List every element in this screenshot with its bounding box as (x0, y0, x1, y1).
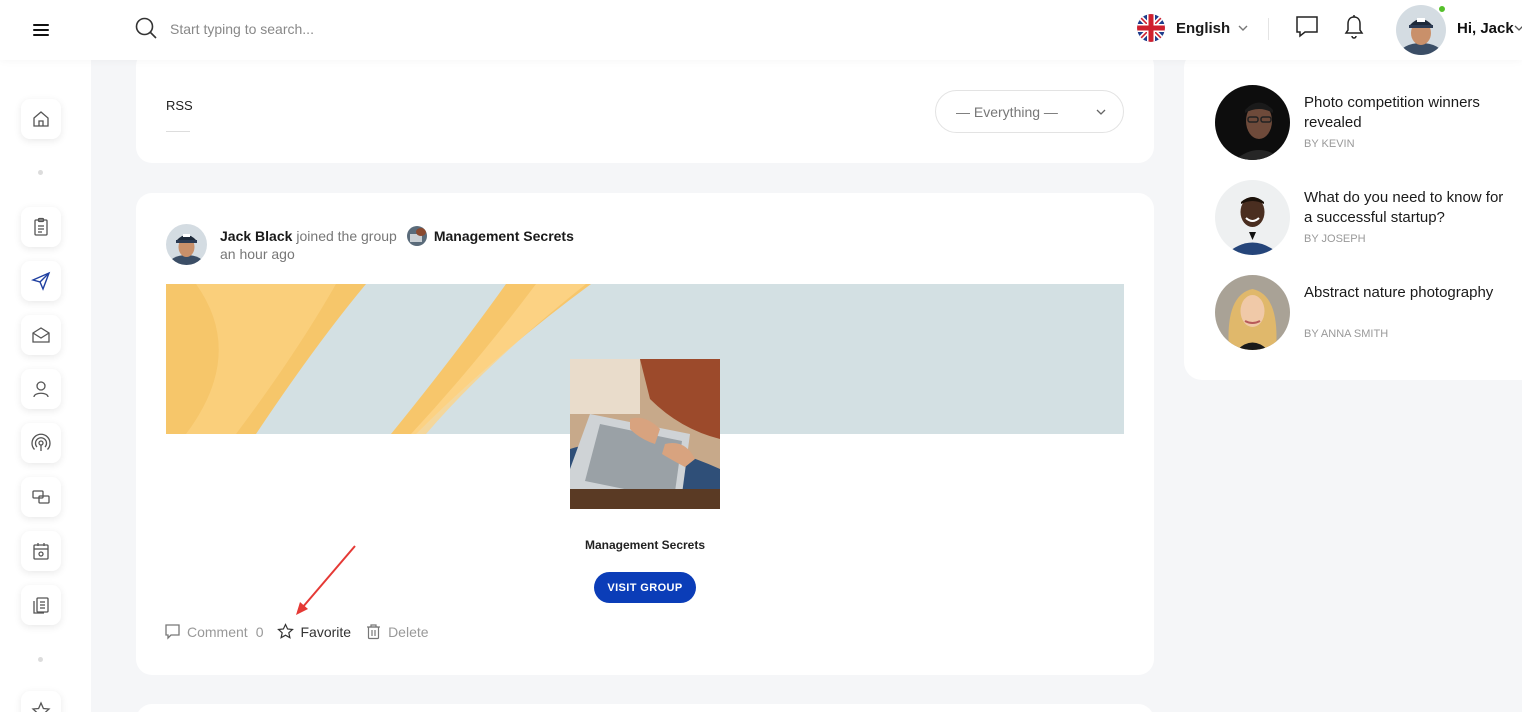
latest-posts-widget: Photo competition winners revealed BY KE… (1184, 50, 1522, 380)
sidebar-item-events[interactable] (21, 531, 61, 571)
divider (1268, 18, 1269, 40)
sidebar-item-activity[interactable] (21, 261, 61, 301)
avatar[interactable] (166, 224, 207, 265)
post-author-avatar[interactable] (1215, 180, 1290, 255)
calendar-icon (33, 543, 49, 560)
top-bar: English Hi, Jack (0, 0, 1522, 60)
avatar[interactable] (1396, 5, 1446, 55)
filter-selected-value: — Everything — (956, 103, 1058, 120)
favorite-label: Favorite (300, 623, 352, 640)
widget-post-title[interactable]: What do you need to know for a successfu… (1304, 188, 1514, 228)
sidebar-item-favorites[interactable] (21, 691, 61, 712)
comment-icon (165, 624, 180, 640)
activity-group-link[interactable]: Management Secrets (434, 228, 574, 244)
user-icon (33, 381, 49, 398)
comment-label: Comment (187, 623, 248, 640)
delete-label: Delete (388, 623, 429, 640)
post-author-avatar[interactable] (1215, 275, 1290, 350)
annotation-arrow (296, 545, 356, 615)
delete-button[interactable]: Delete (365, 623, 429, 640)
document-icon (33, 597, 49, 614)
visit-group-button[interactable]: VISIT GROUP (594, 572, 696, 603)
tab-rss[interactable]: RSS (166, 98, 193, 113)
widget-post-author: BY ANNA SMITH (1304, 328, 1389, 340)
message-icon[interactable] (1294, 14, 1320, 40)
activity-filter-select[interactable]: — Everything — (935, 90, 1124, 133)
activity-item (136, 704, 1154, 712)
feed-filter-card: RSS — Everything — (136, 50, 1154, 163)
trash-icon (367, 624, 381, 640)
group-thumbnail[interactable] (570, 359, 720, 509)
sidebar-item-broadcast[interactable] (21, 423, 61, 463)
group-avatar[interactable] (406, 226, 427, 246)
star-icon (277, 623, 295, 639)
sidebar-item-tasks[interactable] (21, 207, 61, 247)
sidebar-separator (38, 657, 43, 662)
tab-underline (166, 131, 190, 132)
sidebar-item-home[interactable] (21, 99, 61, 139)
widget-post-author: BY JOSEPH (1304, 233, 1366, 245)
activity-actions: Comment 0 Favorite Delete (164, 623, 443, 640)
clipboard-icon (34, 217, 48, 236)
mail-icon (32, 327, 50, 343)
language-selector[interactable]: English (1137, 14, 1250, 42)
sidebar-item-forums[interactable] (21, 477, 61, 517)
sidebar-item-documents[interactable] (21, 585, 61, 625)
widget-post-title[interactable]: Photo competition winners revealed (1304, 93, 1514, 133)
bell-icon[interactable] (1342, 14, 1366, 40)
sidebar-item-profile[interactable] (21, 369, 61, 409)
chevron-down-icon (1096, 109, 1106, 115)
home-icon (33, 111, 49, 127)
left-sidebar (0, 60, 91, 712)
sidebar-item-messages[interactable] (21, 315, 61, 355)
activity-user-link[interactable]: Jack Black (220, 228, 292, 244)
send-icon (31, 271, 51, 291)
broadcast-icon (31, 433, 51, 451)
menu-icon[interactable] (33, 24, 49, 38)
widget-post-title[interactable]: Abstract nature photography (1304, 283, 1514, 303)
sidebar-separator (38, 170, 43, 175)
chat-icon (32, 490, 50, 504)
language-label: English (1176, 19, 1231, 37)
widget-post-author: BY KEVIN (1304, 138, 1355, 150)
activity-action-text: joined the group (296, 228, 397, 244)
chevron-down-icon (1238, 25, 1248, 31)
post-author-avatar[interactable] (1215, 85, 1290, 160)
favorite-button[interactable]: Favorite (277, 623, 351, 640)
activity-header: Jack Black joined the group Management S… (220, 226, 574, 246)
uk-flag-icon (1137, 14, 1165, 42)
chevron-down-icon[interactable] (1514, 22, 1522, 34)
activity-item: Jack Black joined the group Management S… (136, 193, 1154, 675)
online-status-indicator (1438, 5, 1446, 13)
comment-button[interactable]: Comment 0 (164, 623, 263, 640)
search-input[interactable] (170, 16, 470, 42)
group-card-name: Management Secrets (584, 538, 706, 552)
comment-count: 0 (255, 623, 264, 640)
greeting-label[interactable]: Hi, Jack (1457, 20, 1514, 37)
star-icon (31, 701, 51, 712)
activity-timestamp: an hour ago (220, 246, 295, 262)
search-icon[interactable] (134, 16, 158, 40)
